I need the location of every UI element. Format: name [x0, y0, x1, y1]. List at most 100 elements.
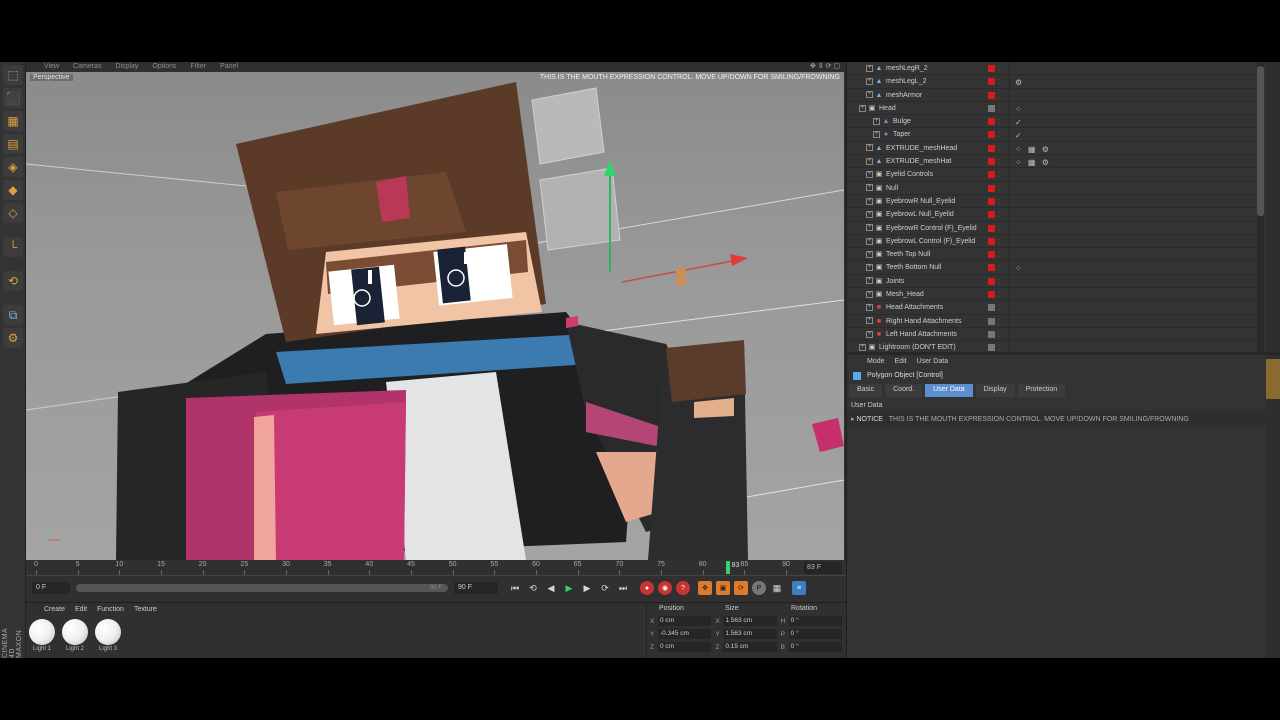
- object-row[interactable]: + ▲ Bulge ⁚ ✓: [847, 115, 1280, 129]
- object-row[interactable]: + ■ Right Hand Attachments ⁚: [847, 314, 1280, 329]
- object-name[interactable]: EyebrowL Null_Eyelid: [886, 211, 954, 218]
- layer-color-icon[interactable]: [988, 65, 995, 72]
- axis-tool-icon[interactable]: └: [3, 237, 23, 257]
- position-value-field[interactable]: 0 cm: [658, 642, 712, 652]
- position-value-field[interactable]: 0 cm: [658, 616, 712, 626]
- object-row[interactable]: + ■ Left Hand Attachments ⁚: [847, 327, 1280, 342]
- object-row[interactable]: + ■ Head Attachments ⁚: [847, 301, 1280, 315]
- position-value-field[interactable]: -0.345 cm: [658, 629, 712, 639]
- object-name[interactable]: EXTRUDE_meshHead: [886, 145, 957, 152]
- end-frame-field[interactable]: 90 F: [454, 582, 498, 594]
- autokey-button[interactable]: ◉: [658, 581, 672, 595]
- viewport-camera-label[interactable]: Perspective: [30, 74, 73, 81]
- checkerboard-icon[interactable]: ▦: [3, 111, 23, 131]
- layer-color-icon[interactable]: [988, 317, 995, 325]
- layer-color-icon[interactable]: [988, 78, 995, 86]
- attribute-menu-user-data[interactable]: User Data: [917, 355, 949, 369]
- layer-color-icon[interactable]: [988, 291, 995, 299]
- object-row[interactable]: + ● Taper ⁚ ✓: [847, 128, 1280, 142]
- object-tags[interactable]: ✓: [1015, 129, 1024, 142]
- object-name[interactable]: EyebrowR Control (F)_Eyelid: [886, 225, 977, 232]
- expand-icon[interactable]: +: [866, 290, 873, 298]
- visibility-dots-icon[interactable]: ⁚: [998, 129, 1000, 142]
- object-name[interactable]: Mesh_Head: [886, 291, 924, 298]
- visibility-dots-icon[interactable]: ⁚: [998, 183, 1000, 196]
- layer-color-icon[interactable]: [988, 330, 995, 338]
- attributes-side-tab[interactable]: [1266, 359, 1280, 399]
- object-name[interactable]: meshLegR_2: [886, 65, 928, 72]
- start-frame-field[interactable]: 0 F: [32, 582, 70, 594]
- layer-color-icon[interactable]: [988, 184, 995, 192]
- object-tags[interactable]: ✓: [1015, 116, 1024, 129]
- visibility-dots-icon[interactable]: ⁚: [998, 103, 1000, 116]
- object-name[interactable]: Bulge: [893, 118, 911, 125]
- visibility-dots-icon[interactable]: ⁚: [998, 196, 1000, 209]
- side-tab-strip[interactable]: [1266, 62, 1280, 352]
- expand-icon[interactable]: +: [873, 131, 880, 139]
- layer-color-icon[interactable]: [988, 171, 995, 179]
- object-name[interactable]: meshLegL_2: [886, 78, 926, 85]
- expand-icon[interactable]: +: [866, 157, 873, 165]
- object-name[interactable]: Joints: [886, 278, 904, 285]
- size-value-field[interactable]: 0.15 cm: [723, 642, 777, 652]
- object-row[interactable]: + ▣ Mesh_Head ⁚: [847, 288, 1280, 302]
- layer-color-icon[interactable]: [988, 224, 995, 232]
- parameter-key-button[interactable]: P: [752, 581, 766, 595]
- expand-icon[interactable]: +: [866, 250, 873, 258]
- object-row[interactable]: + ▣ EyebrowR Control (F)_Eyelid ⁚: [847, 221, 1280, 235]
- attribute-menu-edit[interactable]: Edit: [895, 355, 907, 369]
- timeline-playhead[interactable]: [725, 561, 730, 574]
- visibility-dots-icon[interactable]: ⁚: [998, 63, 1000, 76]
- visibility-dots-icon[interactable]: ⁚: [998, 289, 1000, 302]
- attribute-tab[interactable]: Display: [975, 384, 1015, 397]
- object-name[interactable]: Head: [879, 105, 896, 112]
- visibility-dots-icon[interactable]: ⁚: [998, 276, 1000, 289]
- texture-mode-icon[interactable]: ◇: [3, 203, 23, 223]
- size-value-field[interactable]: 1.563 cm: [723, 616, 777, 626]
- viewport-menu-panel[interactable]: Panel: [220, 62, 238, 72]
- cube-icon[interactable]: ⬛: [3, 88, 23, 108]
- viewport-menu-display[interactable]: Display: [115, 62, 138, 72]
- visibility-dots-icon[interactable]: ⁚: [998, 249, 1000, 262]
- material-light-3[interactable]: Light 3: [94, 619, 122, 652]
- object-row[interactable]: + ▲ EXTRUDE_meshHat ⁚ ⁘ ▦ ⚙: [847, 155, 1280, 169]
- viewport-menu-options[interactable]: Options: [152, 62, 176, 72]
- expand-icon[interactable]: +: [866, 197, 873, 205]
- attribute-tab[interactable]: User Data: [925, 384, 973, 397]
- visibility-dots-icon[interactable]: ⁚: [998, 236, 1000, 249]
- layer-color-icon[interactable]: [988, 131, 995, 139]
- visibility-dots-icon[interactable]: ⁚: [998, 329, 1000, 342]
- expand-icon[interactable]: +: [866, 91, 873, 99]
- object-name[interactable]: Taper: [893, 131, 911, 138]
- layer-color-icon[interactable]: [988, 91, 995, 99]
- rotation-value-field[interactable]: 0 °: [788, 642, 842, 652]
- rotation-value-field[interactable]: 0 °: [788, 629, 842, 639]
- object-row[interactable]: + ▣ EyebrowL Null_Eyelid ⁚: [847, 208, 1280, 222]
- layer-color-icon[interactable]: [988, 264, 995, 272]
- layer-color-icon[interactable]: [988, 211, 995, 219]
- object-name[interactable]: Left Hand Attachments: [886, 331, 957, 338]
- scrollbar-thumb[interactable]: [1257, 66, 1264, 216]
- object-row[interactable]: + ▲ meshLegL_2 ⁚ ⚙: [847, 75, 1280, 89]
- expand-arrow-icon[interactable]: ▸: [851, 416, 855, 423]
- object-tags[interactable]: ⚙: [1015, 76, 1024, 89]
- visibility-dots-icon[interactable]: ⁚: [998, 316, 1000, 329]
- go-to-start-button[interactable]: ⏮: [508, 581, 522, 595]
- previous-frame-button[interactable]: ◀: [544, 581, 558, 595]
- object-row[interactable]: + ▣ Joints ⁚: [847, 274, 1280, 289]
- object-name[interactable]: EyebrowL Control (F)_Eyelid: [886, 238, 975, 245]
- user-data-section[interactable]: User Data: [847, 399, 1280, 412]
- expand-icon[interactable]: +: [866, 237, 873, 245]
- attribute-tab[interactable]: Protection: [1017, 384, 1066, 397]
- material-light-2[interactable]: Light 2: [61, 619, 89, 652]
- expand-icon[interactable]: +: [866, 144, 873, 152]
- expand-icon[interactable]: +: [866, 171, 873, 179]
- expand-icon[interactable]: +: [866, 77, 873, 85]
- object-row[interactable]: + ▣ EyebrowL Control (F)_Eyelid ⁚: [847, 234, 1280, 249]
- visibility-dots-icon[interactable]: ⁚: [998, 209, 1000, 222]
- current-frame-field[interactable]: 83 F: [804, 562, 842, 574]
- expand-icon[interactable]: +: [866, 64, 873, 72]
- object-name[interactable]: Teeth Top Null: [886, 251, 930, 258]
- viewport-navigation-icons[interactable]: ✥ ⇕ ⟳ ▢: [810, 62, 840, 72]
- grid-icon[interactable]: ▤: [3, 134, 23, 154]
